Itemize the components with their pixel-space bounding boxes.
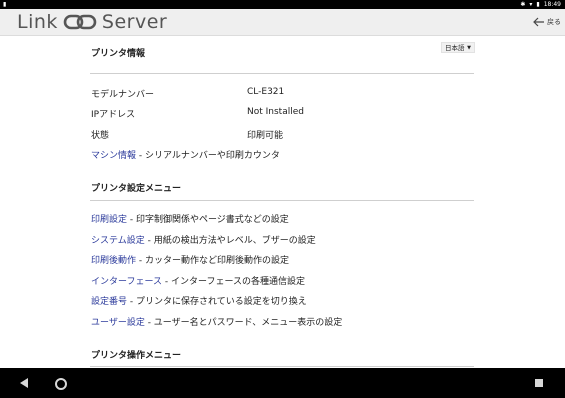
print-settings-link[interactable]: 印刷設定 (91, 215, 127, 225)
divider (90, 73, 474, 74)
status-label: 状態 (91, 131, 110, 141)
caret-down-icon: ▼ (467, 45, 471, 51)
bluetooth-icon: ✱ (520, 1, 526, 8)
nav-back-icon[interactable] (20, 378, 28, 388)
battery-icon: ▮ (536, 1, 540, 8)
system-nav-bar (0, 368, 565, 398)
machine-info-item: マシン情報 - シリアルナンバーや印刷カウンタ (91, 148, 280, 161)
nav-home-icon[interactable] (55, 378, 67, 390)
system-settings-desc: - 用紙の検出方法やレベル、ブザーの設定 (144, 236, 316, 246)
language-select[interactable]: 日本語 ▼ (441, 42, 475, 53)
system-settings-link[interactable]: システム設定 (91, 236, 145, 246)
back-label: 戻る (547, 18, 561, 26)
logo-text-link: Link (17, 11, 58, 33)
sd-card-icon: ▮ (3, 1, 7, 8)
back-button[interactable]: 戻る (533, 15, 561, 29)
status-value: 印刷可能 (247, 131, 284, 141)
print-settings-desc: - 印字制御関係やページ書式などの設定 (127, 215, 289, 225)
ip-address-label: IPアドレス (91, 110, 136, 120)
interface-desc: - インターフェースの各種通信設定 (162, 277, 305, 287)
user-settings-link[interactable]: ユーザー設定 (91, 318, 145, 328)
menu-item-post-print: 印刷後動作 - カッター動作など印刷後動作の設定 (91, 253, 289, 266)
status-bar: ▮ ✱ ▾ ▮ 18:49 (0, 0, 565, 9)
divider (90, 366, 474, 367)
section-title-printer-info: プリンタ情報 (91, 49, 146, 59)
setting-number-desc: - プリンタに保存されている設定を切り換え (127, 297, 307, 307)
setting-number-link[interactable]: 設定番号 (91, 297, 127, 307)
section-title-operation-menu: プリンタ操作メニュー (91, 351, 182, 361)
interface-link[interactable]: インターフェース (91, 277, 162, 287)
app-header: Link Server 戻る (0, 9, 565, 36)
language-selected: 日本語 (445, 44, 465, 52)
link-chain-icon (63, 14, 97, 30)
nav-recent-apps-icon[interactable] (535, 379, 543, 387)
model-number-label: モデルナンバー (91, 90, 155, 100)
main-content: プリンタ情報 日本語 ▼ モデルナンバー CL-E321 IPアドレス Not … (0, 36, 565, 367)
clock: 18:49 (543, 1, 561, 8)
logo-text-server: Server (101, 11, 168, 33)
model-number-value: CL-E321 (247, 87, 285, 97)
menu-item-setting-number: 設定番号 - プリンタに保存されている設定を切り換え (91, 294, 307, 307)
ip-address-value: Not Installed (247, 107, 304, 117)
section-title-settings-menu: プリンタ設定メニュー (91, 184, 182, 194)
arrow-left-icon (533, 17, 544, 27)
menu-item-print-settings: 印刷設定 - 印字制御関係やページ書式などの設定 (91, 212, 289, 225)
machine-info-link[interactable]: マシン情報 (91, 151, 136, 161)
post-print-desc: - カッター動作など印刷後動作の設定 (136, 256, 289, 266)
menu-item-user-settings: ユーザー設定 - ユーザー名とパスワード、メニュー表示の設定 (91, 315, 342, 328)
post-print-link[interactable]: 印刷後動作 (91, 256, 136, 266)
status-icons: ✱ ▾ ▮ 18:49 (520, 0, 561, 9)
user-settings-desc: - ユーザー名とパスワード、メニュー表示の設定 (144, 318, 343, 328)
machine-info-desc: - シリアルナンバーや印刷カウンタ (136, 151, 280, 161)
wifi-icon: ▾ (529, 1, 533, 8)
divider (90, 200, 474, 201)
app-logo: Link Server (17, 11, 167, 33)
menu-item-system-settings: システム設定 - 用紙の検出方法やレベル、ブザーの設定 (91, 233, 316, 246)
menu-item-interface: インターフェース - インターフェースの各種通信設定 (91, 274, 305, 287)
